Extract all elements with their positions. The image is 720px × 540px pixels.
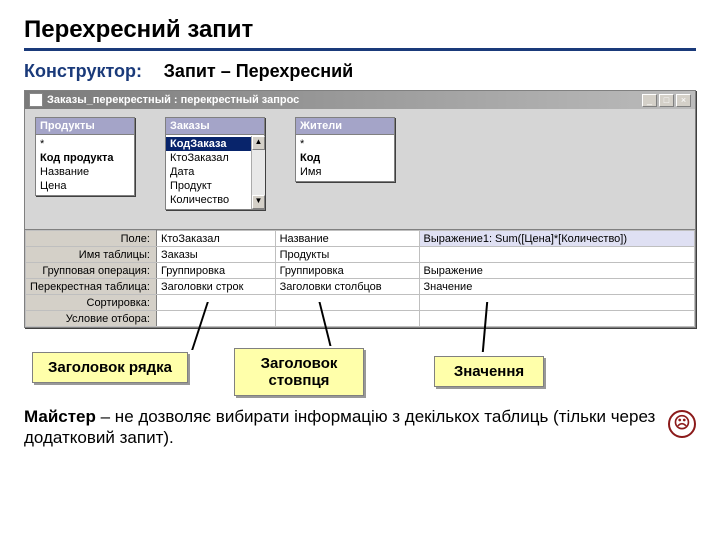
grid-cell[interactable] [156,311,275,327]
table-box-residents[interactable]: Жители * Код Имя [295,117,395,182]
scrollbar[interactable]: ▲ ▼ [251,136,265,209]
grid-cell[interactable]: Выражение [419,263,694,279]
grid-row-label: Имя таблицы: [26,247,157,263]
query-grid[interactable]: Поле: КтоЗаказал Название Выражение1: Su… [25,229,695,327]
query-window: Заказы_перекрестный : перекрестный запро… [24,90,696,328]
field-row[interactable]: Количество [166,193,264,207]
grid-cell[interactable] [275,295,419,311]
grid-row-label: Поле: [26,231,157,247]
grid-cell[interactable] [275,311,419,327]
callout-value: Значення [434,356,544,387]
field-row[interactable]: * [296,137,394,151]
grid-row-label: Групповая операция: [26,263,157,279]
relationships-pane[interactable]: Продукты * Код продукта Название Цена За… [25,109,695,229]
grid-cell[interactable]: Заказы [156,247,275,263]
designer-label: Конструктор: [24,61,142,81]
grid-row-label: Сортировка: [26,295,157,311]
field-row[interactable]: * [36,137,134,151]
grid-cell[interactable] [156,295,275,311]
callout-column-header: Заголовок стовпця [234,348,364,396]
titlebar[interactable]: Заказы_перекрестный : перекрестный запро… [25,91,695,109]
note-lead: Майстер [24,407,96,426]
table-header: Жители [296,118,394,135]
grid-cell[interactable]: Группировка [275,263,419,279]
minimize-button[interactable]: _ [642,94,657,107]
field-row[interactable]: Код [296,151,394,165]
table-box-orders[interactable]: Заказы КодЗаказа КтоЗаказал Дата Продукт… [165,117,265,210]
field-row[interactable]: Дата [166,165,264,179]
table-header: Продукты [36,118,134,135]
grid-cell[interactable]: Название [275,231,419,247]
table-box-products[interactable]: Продукты * Код продукта Название Цена [35,117,135,196]
close-button[interactable]: × [676,94,691,107]
grid-cell[interactable]: КтоЗаказал [156,231,275,247]
callouts: Заголовок рядка Заголовок стовпця Значен… [24,330,696,400]
grid-cell[interactable]: Заголовки строк [156,279,275,295]
field-row[interactable]: Код продукта [36,151,134,165]
grid-row-label: Условие отбора: [26,311,157,327]
subtitle-row: Конструктор: Запит – Перехресний [24,61,696,82]
grid-row-label: Перекрестная таблица: [26,279,157,295]
note-rest: – не дозволяє вибирати інформацію з декі… [24,407,655,447]
grid-cell[interactable]: Заголовки столбцов [275,279,419,295]
sad-face-icon: ☹ [668,410,696,438]
field-row[interactable]: Название [36,165,134,179]
field-row[interactable]: Имя [296,165,394,179]
scroll-down-icon[interactable]: ▼ [252,195,265,209]
maximize-button[interactable]: □ [659,94,674,107]
field-row[interactable]: КодЗаказа [166,137,264,151]
grid-cell[interactable]: Группировка [156,263,275,279]
grid-cell[interactable] [419,247,694,263]
field-row[interactable]: Цена [36,179,134,193]
field-row[interactable]: Продукт [166,179,264,193]
callout-row-header: Заголовок рядка [32,352,188,383]
grid-cell[interactable] [419,311,694,327]
grid-cell[interactable] [419,295,694,311]
slide-title: Перехресний запит [24,16,696,51]
subtitle-text: Запит – Перехресний [164,61,354,81]
bottom-note: ☹ Майстер – не дозволяє вибирати інформа… [24,406,696,449]
scroll-up-icon[interactable]: ▲ [252,136,265,150]
grid-cell[interactable]: Продукты [275,247,419,263]
window-title: Заказы_перекрестный : перекрестный запро… [47,94,642,106]
table-header: Заказы [166,118,264,135]
field-row[interactable]: КтоЗаказал [166,151,264,165]
grid-cell[interactable]: Выражение1: Sum([Цена]*[Количество]) [419,231,694,247]
grid-cell[interactable]: Значение [419,279,694,295]
window-icon [29,93,43,107]
